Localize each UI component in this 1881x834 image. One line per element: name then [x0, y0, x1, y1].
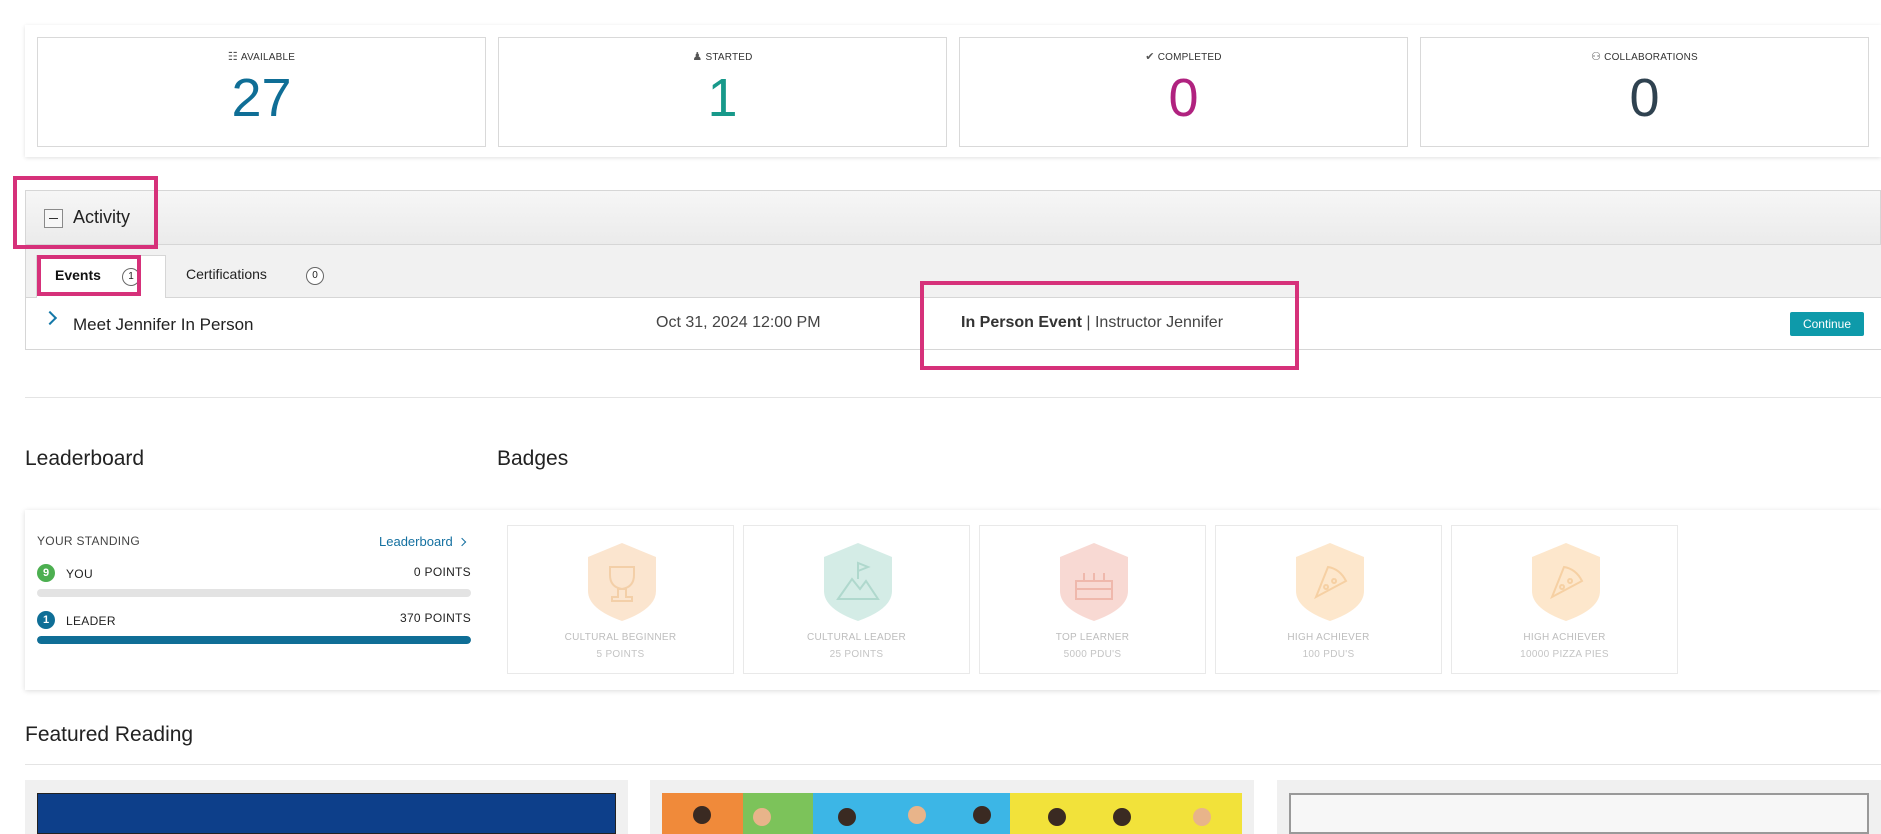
activity-title: Activity: [73, 207, 131, 227]
divider: [25, 397, 1881, 398]
featured-reading-card[interactable]: [25, 780, 628, 834]
learners-icon: ♟: [692, 51, 703, 63]
divider: [25, 764, 1881, 765]
badge-name: HIGH ACHIEVER: [1523, 632, 1606, 643]
progress-bar: [37, 589, 471, 597]
rank-badge: 1: [37, 611, 55, 629]
badge-requirement: 100 PDU'S: [1302, 649, 1355, 660]
tab-label: Events: [55, 267, 101, 283]
pizza-icon: [1296, 543, 1364, 621]
event-instructor: Instructor Jennifer: [1094, 314, 1224, 331]
chevron-right-icon[interactable]: [42, 310, 58, 326]
badge-requirement: 5 POINTS: [596, 649, 645, 660]
badge-requirement: 25 POINTS: [829, 649, 884, 660]
trophy-icon: [588, 543, 656, 621]
stat-value: 1: [707, 68, 738, 128]
badge-name: TOP LEARNER: [1055, 632, 1130, 643]
stat-completed[interactable]: ✔ COMPLETED 0: [959, 37, 1408, 147]
badge-name: CULTURAL BEGINNER: [564, 632, 677, 643]
tab-certifications[interactable]: Certifications 0: [181, 255, 341, 298]
badge-card[interactable]: CULTURAL BEGINNER 5 POINTS: [507, 525, 734, 674]
rank-points: 0 POINTS: [413, 565, 471, 579]
rank-badge: 9: [37, 564, 55, 582]
continue-button[interactable]: Continue: [1790, 312, 1864, 336]
tab-label: Certifications: [186, 266, 267, 282]
tab-count-badge: 0: [306, 267, 324, 285]
badge-requirement: 10000 PIZZA PIES: [1520, 649, 1609, 660]
book-icon: ☷: [227, 51, 238, 63]
tab-events[interactable]: Events 1: [36, 255, 166, 298]
progress-bar: [37, 636, 471, 644]
event-type: In Person Event | Instructor Jennifer: [961, 314, 1223, 332]
featured-reading-heading: Featured Reading: [25, 723, 194, 746]
chevron-right-icon: [457, 537, 466, 547]
featured-reading-card[interactable]: [650, 780, 1254, 834]
stat-value: 0: [1629, 68, 1660, 128]
rank-points: 370 POINTS: [399, 611, 471, 625]
check-icon: ✔: [1145, 51, 1155, 63]
badge-requirement: 5000 PDU'S: [1063, 649, 1122, 660]
your-standing-label: YOUR STANDING: [37, 534, 141, 548]
leaderboard-heading: Leaderboard: [25, 447, 145, 470]
tab-count-badge: 1: [122, 268, 140, 286]
badges-heading: Badges: [497, 447, 569, 470]
stat-label: AVAILABLE: [240, 52, 296, 63]
mountain-flag-icon: [824, 543, 892, 621]
activity-tabs: Events 1 Certifications 0: [25, 245, 1881, 298]
event-row: Meet Jennifer In Person Oct 31, 2024 12:…: [25, 298, 1881, 350]
event-title[interactable]: Meet Jennifer In Person: [73, 315, 253, 335]
rank-name: LEADER: [66, 614, 116, 628]
badge-card[interactable]: HIGH ACHIEVER 10000 PIZZA PIES: [1451, 525, 1678, 674]
event-date: Oct 31, 2024 12:00 PM: [656, 314, 821, 331]
stat-label: COMPLETED: [1157, 52, 1222, 63]
badge-card[interactable]: TOP LEARNER 5000 PDU'S: [979, 525, 1206, 674]
stat-label: STARTED: [705, 52, 753, 63]
leaderboard-panel: YOUR STANDING Leaderboard 9 YOU 0 POINTS…: [25, 510, 1881, 690]
collapse-icon[interactable]: [44, 209, 63, 228]
event-type-label: In Person Event: [961, 314, 1082, 331]
badge-card[interactable]: CULTURAL LEADER 25 POINTS: [743, 525, 970, 674]
reading-thumbnail: [1289, 793, 1869, 834]
cake-icon: [1060, 543, 1128, 621]
badge-name: CULTURAL LEADER: [807, 632, 906, 643]
stat-value: 27: [231, 68, 292, 128]
stat-collaborations[interactable]: ⚇ COLLABORATIONS 0: [1420, 37, 1869, 147]
people-icon: ⚇: [1591, 51, 1602, 63]
event-type-separator: |: [1081, 314, 1095, 331]
stats-panel: ☷ AVAILABLE 27 ♟ STARTED 1 ✔ COMPLETED 0 ⚇ C…: [25, 25, 1881, 157]
rank-name: YOU: [66, 567, 93, 581]
leaderboard-link-label: Leaderboard: [379, 534, 453, 549]
reading-thumbnail: [37, 793, 616, 834]
stat-label: COLLABORATIONS: [1604, 52, 1698, 63]
stat-started[interactable]: ♟ STARTED 1: [498, 37, 947, 147]
leaderboard-link[interactable]: Leaderboard: [379, 534, 466, 549]
badge-name: HIGH ACHIEVER: [1287, 632, 1370, 643]
activity-header: Activity: [25, 190, 1881, 245]
badge-card[interactable]: HIGH ACHIEVER 100 PDU'S: [1215, 525, 1442, 674]
stat-available[interactable]: ☷ AVAILABLE 27: [37, 37, 486, 147]
people-illustration: [693, 806, 1211, 826]
reading-thumbnail: [662, 793, 1242, 834]
pizza-icon: [1532, 543, 1600, 621]
progress-fill: [37, 636, 471, 644]
stat-value: 0: [1168, 68, 1199, 128]
featured-reading-card[interactable]: [1277, 780, 1881, 834]
